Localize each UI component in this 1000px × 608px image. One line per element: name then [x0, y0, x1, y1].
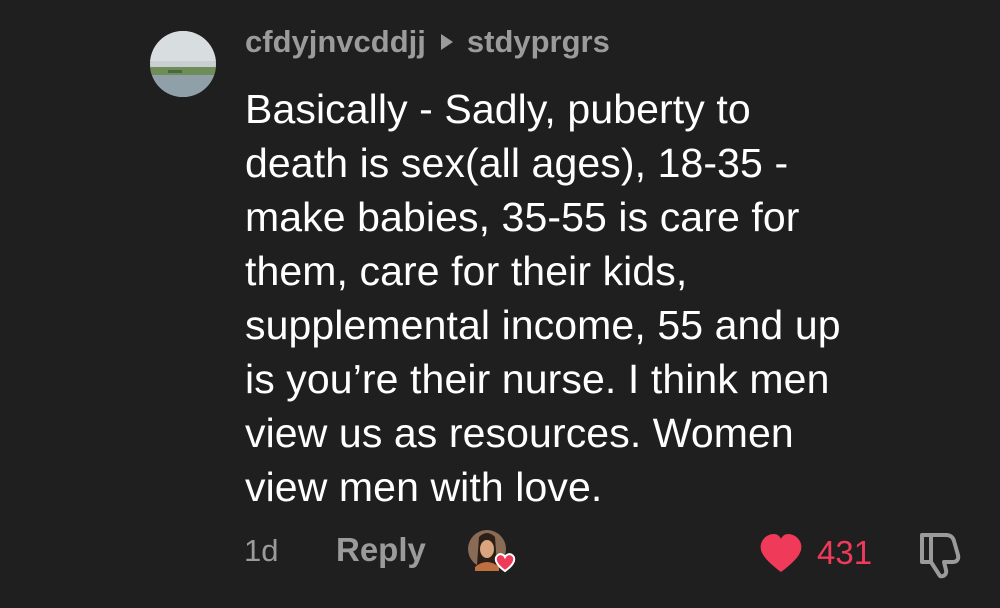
author-name[interactable]: cfdyjnvcddjj [245, 24, 426, 60]
creator-liked-badge [467, 527, 519, 575]
comment-header: cfdyjnvcddjj stdyprgrs [245, 22, 610, 62]
comment-item: cfdyjnvcddjj stdyprgrs Basically - Sadly… [0, 0, 1000, 608]
like-button[interactable]: 431 [757, 530, 872, 576]
thumbs-down-icon [920, 533, 961, 579]
heart-icon [760, 534, 802, 572]
reply-to-name[interactable]: stdyprgrs [467, 24, 610, 60]
reply-button[interactable]: Reply [336, 531, 426, 569]
comment-timestamp: 1d [244, 533, 279, 568]
like-count: 431 [817, 534, 873, 571]
avatar[interactable] [150, 31, 216, 97]
dislike-button[interactable] [913, 526, 967, 580]
comment-text: Basically - Sadly, puberty to death is s… [245, 86, 841, 510]
triangle-right-icon [440, 34, 453, 50]
